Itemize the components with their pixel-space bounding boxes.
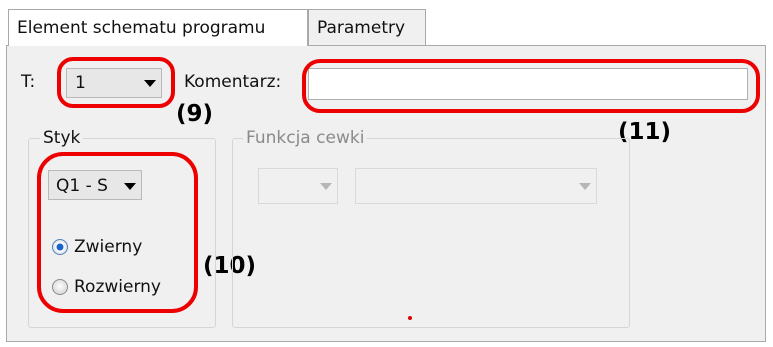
red-dot-marker [408, 316, 412, 320]
tab-parametry[interactable]: Parametry [308, 9, 426, 45]
coil-function-groupbox [232, 138, 630, 328]
t-label: T: [21, 72, 36, 92]
annotation-9: (9) [176, 101, 214, 127]
highlight-styk-options [37, 152, 198, 313]
highlight-comment-input [302, 59, 760, 113]
styk-group-title: Styk [40, 128, 84, 148]
tab-element-schematu-label: Element schematu programu [17, 18, 266, 38]
chevron-down-icon [320, 183, 332, 190]
comment-label: Komentarz: [184, 72, 282, 92]
coil-function-select-1[interactable] [258, 168, 338, 204]
tab-element-schematu[interactable]: Element schematu programu [8, 9, 308, 46]
coil-function-select-2[interactable] [355, 168, 597, 204]
chevron-down-icon [579, 183, 591, 190]
coil-function-group-title: Funkcja cewki [243, 128, 368, 148]
highlight-t-select [57, 57, 175, 108]
tab-parametry-label: Parametry [317, 18, 406, 38]
